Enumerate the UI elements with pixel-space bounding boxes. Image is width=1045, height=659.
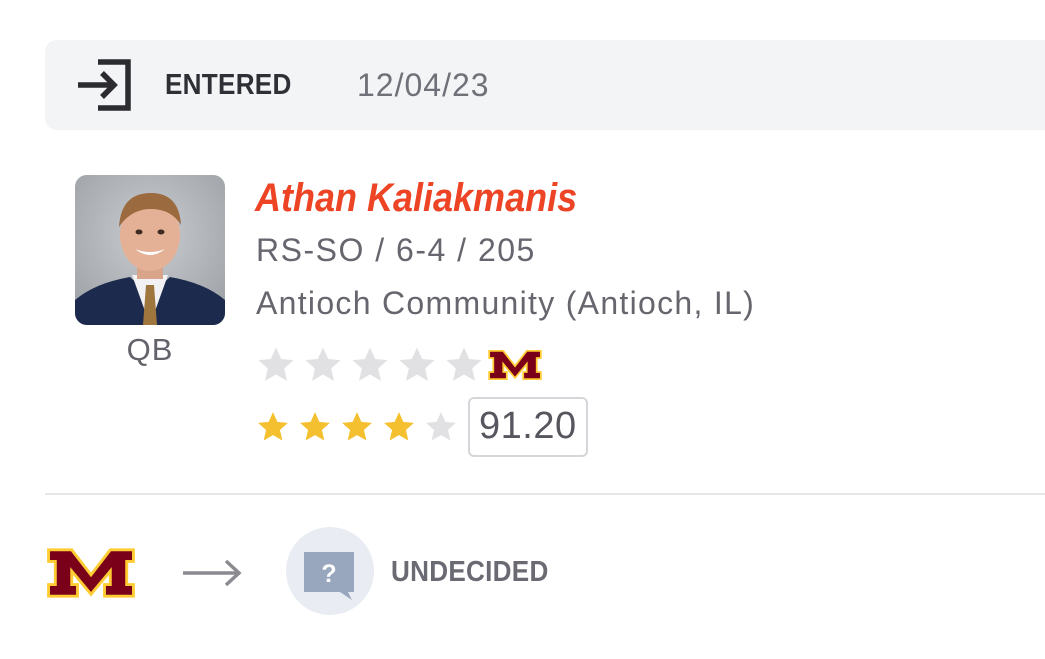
minnesota-m-logo[interactable] [45,546,137,600]
star-icon [446,347,482,381]
star-icon [305,347,341,381]
star-filled-icon [342,412,372,441]
enter-icon [78,59,131,111]
transfer-rating [256,342,542,388]
minnesota-m-logo[interactable] [488,347,542,383]
player-photo[interactable] [75,175,225,325]
question-bubble-icon: ? [304,552,354,600]
star-filled-icon [384,412,414,441]
destination-label: UNDECIDED [391,556,549,588]
star-icon [258,347,294,381]
prospect-rating: 91.20 [256,397,588,457]
star-empty-icon [426,412,456,441]
rating-score: 91.20 [468,397,588,457]
star-icon [352,347,388,381]
player-school: Antioch Community (Antioch, IL) [256,285,756,321]
player-name[interactable]: Athan Kaliakmanis [255,176,577,221]
star-filled-icon [258,412,288,441]
divider [45,493,1045,495]
arrow-right-icon [183,559,242,587]
status-date: 12/04/23 [357,67,490,103]
svg-text:?: ? [321,560,336,588]
star-icon [399,347,435,381]
player-headshot-image [75,175,225,325]
destination-undecided-badge[interactable]: ? [286,527,374,615]
star-filled-icon [300,412,330,441]
player-position: QB [126,332,174,367]
status-bar: ENTERED 12/04/23 [45,40,1045,130]
player-meta: RS-SO / 6-4 / 205 [256,232,536,268]
status-label: ENTERED [165,69,292,101]
